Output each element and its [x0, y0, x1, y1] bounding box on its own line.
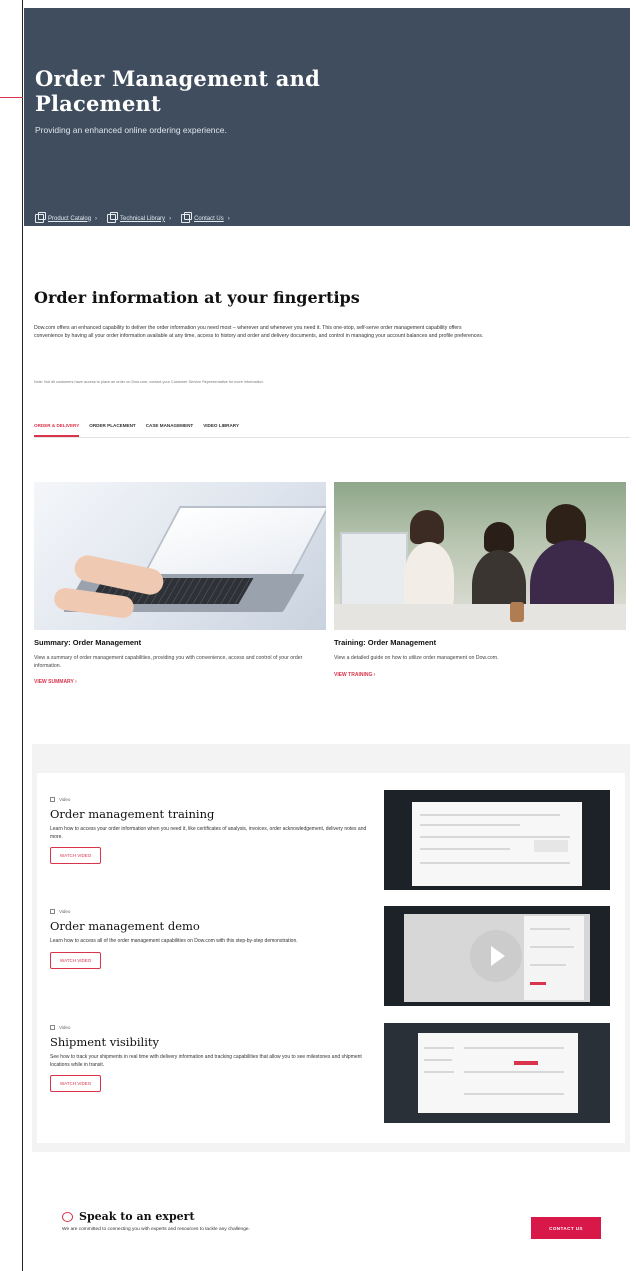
video-description: Learn how to access your order informati…: [50, 826, 367, 840]
video-thumbnail-shipment[interactable]: [384, 1023, 610, 1123]
tab-order-placement[interactable]: ORDER PLACEMENT: [89, 418, 135, 437]
video-description: See how to track your shipments in real …: [50, 1054, 362, 1068]
summary-card: Summary: Order Management View a summary…: [34, 482, 326, 685]
video-tag: Video: [50, 909, 370, 914]
video-icon: [50, 797, 55, 802]
expert-text: We are committed to connecting you with …: [62, 1227, 250, 1232]
chevron-right-icon: ›: [95, 215, 98, 222]
chat-bubble-icon: [62, 1211, 73, 1222]
section-note: Note: Not all customers have access to p…: [34, 380, 264, 384]
video-item-demo: Video Order management demo Learn how to…: [50, 909, 370, 969]
copy-icon: [181, 212, 193, 223]
meeting-photo: [334, 482, 626, 630]
tab-video-library[interactable]: VIDEO LIBRARY: [203, 418, 239, 437]
chevron-right-icon: ›: [227, 215, 230, 222]
tab-order-delivery[interactable]: ORDER & DELIVERY: [34, 418, 80, 437]
expert-title-label: Speak to an expert: [79, 1210, 195, 1223]
video-thumbnail-demo[interactable]: [384, 906, 610, 1006]
video-icon: [50, 909, 55, 914]
card-text: View a detailed guide on how to utilize …: [334, 655, 499, 661]
video-tag-label: Video: [59, 797, 71, 802]
video-icon: [50, 1025, 55, 1030]
video-title: Shipment visibility: [50, 1035, 159, 1049]
copy-icon: [107, 212, 119, 223]
contact-us-link[interactable]: Contact Us ›: [181, 212, 230, 223]
tab-bar: ORDER & DELIVERY ORDER PLACEMENT CASE MA…: [34, 418, 630, 438]
view-training-link[interactable]: VIEW TRAINING ›: [334, 672, 626, 678]
left-edge-rule: [22, 0, 23, 1271]
edge-tick-mark: [0, 97, 23, 98]
copy-icon: [35, 212, 46, 223]
card-text: View a summary of order management capab…: [34, 655, 303, 669]
hero-banner: Order Management and Placement Providing…: [24, 8, 630, 226]
video-thumbnail-training[interactable]: [384, 790, 610, 890]
video-tag-label: Video: [59, 909, 71, 914]
page-title: Order Management and Placement: [35, 66, 320, 116]
section-intro: Dow.com offers an enhanced capability to…: [34, 325, 484, 340]
card-title: Training: Order Management: [334, 638, 437, 647]
video-item-shipment: Video Shipment visibility See how to tra…: [50, 1025, 370, 1092]
video-title: Order management demo: [50, 919, 200, 933]
view-summary-link[interactable]: VIEW SUMMARY ›: [34, 679, 326, 685]
watch-video-button[interactable]: WATCH VIDEO: [50, 847, 102, 864]
tab-case-management[interactable]: CASE MANAGEMENT: [146, 418, 193, 437]
hero-link-label: Technical Library: [120, 215, 166, 222]
section-title: Order information at your fingertips: [34, 288, 360, 307]
contact-us-button[interactable]: CONTACT US: [531, 1217, 601, 1239]
play-icon[interactable]: [470, 930, 522, 982]
watch-video-button[interactable]: WATCH VIDEO: [50, 1075, 102, 1092]
video-description: Learn how to access all of the order man…: [50, 938, 298, 944]
technical-library-link[interactable]: Technical Library ›: [107, 212, 172, 223]
training-card: Training: Order Management View a detail…: [334, 482, 626, 678]
hero-link-label: Contact Us: [194, 215, 224, 222]
hero-links: Product Catalog › Technical Library › Cont…: [35, 212, 230, 223]
hero-link-label: Product Catalog: [48, 215, 92, 222]
chevron-right-icon: ›: [169, 215, 172, 222]
video-tag: Video: [50, 1025, 370, 1030]
speak-to-expert: Speak to an expert We are committed to c…: [62, 1210, 250, 1232]
watch-video-button[interactable]: WATCH VIDEO: [50, 951, 102, 969]
video-title: Order management training: [50, 807, 215, 821]
video-item-training: Video Order management training Learn ho…: [50, 797, 370, 864]
video-tag: Video: [50, 797, 370, 802]
hero-subtitle: Providing an enhanced online ordering ex…: [35, 125, 227, 135]
laptop-photo: [34, 482, 326, 630]
card-title: Summary: Order Management: [34, 638, 142, 647]
video-tag-label: Video: [59, 1025, 71, 1030]
expert-title: Speak to an expert: [62, 1210, 250, 1223]
product-catalog-link[interactable]: Product Catalog ›: [35, 212, 98, 223]
